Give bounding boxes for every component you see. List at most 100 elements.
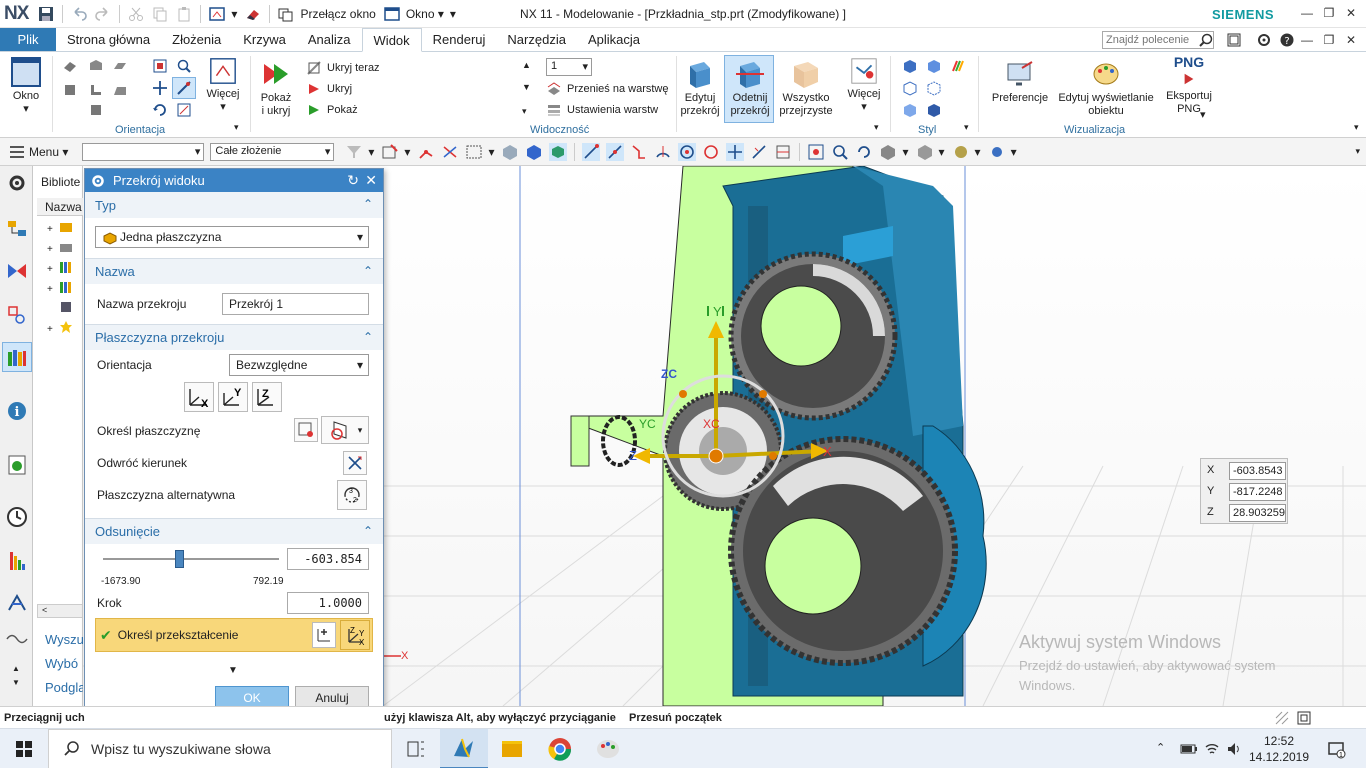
save-icon[interactable] [38,6,54,22]
pokaz-ukryj-button[interactable]: Pokaż i ukryj [256,58,296,118]
view-front-icon[interactable] [62,82,78,98]
ukryj-button[interactable]: Ukryj [306,79,352,99]
tab-zlozenia[interactable]: Złożenia [161,28,232,51]
csys-dialog-button[interactable] [312,622,336,648]
wiecej-orientacja-button[interactable]: Więcej ▾ [204,56,242,114]
tab-strona-glowna[interactable]: Strona główna [56,28,161,51]
offset-section-header[interactable]: Odsunięcie ⌃ [85,518,383,544]
selection-scope-select[interactable]: Całe złożenie [210,142,335,161]
offset-slider-thumb[interactable] [175,550,185,568]
transform-row[interactable]: ✔ Określ przekształcenie ZYX [95,618,373,652]
coord-y-input[interactable]: -817.2248 [1229,483,1286,501]
section-name-input[interactable]: Przekrój 1 [222,293,369,315]
paste-icon[interactable] [176,6,192,22]
snap-arc-icon[interactable] [654,143,672,161]
shaded-icon[interactable] [926,58,942,74]
dropdown-arrow[interactable]: ▾ [902,145,908,159]
color-sphere-icon[interactable] [952,143,970,161]
wiecej-styl-button[interactable]: Więcej ▾ [844,56,884,114]
switch-window-icon[interactable] [278,6,294,22]
plane-section-header[interactable]: Płaszczyzna przekroju ⌃ [85,324,383,350]
coord-z-input[interactable]: 28.903259 [1229,504,1286,522]
settings-icon[interactable] [1256,32,1272,48]
assembly-navigator-icon[interactable] [6,218,28,240]
constraint-navigator-icon[interactable] [6,260,28,282]
view-isometric-icon[interactable] [88,58,104,74]
more-options-arrow[interactable]: ▼ [228,665,238,676]
ustawienia-warstw-button[interactable]: Ustawienia warstw [546,100,658,120]
reuse-library-tab[interactable] [2,342,32,372]
snap-quadrant-icon[interactable] [702,143,720,161]
view-back-icon[interactable] [88,102,104,118]
fit-icon[interactable] [152,58,168,74]
undo-icon[interactable] [71,6,88,22]
plane-y-button[interactable]: Y [218,382,248,412]
view-trimetric-icon[interactable] [62,58,78,74]
dropdown-arrow[interactable]: ▾ [975,145,981,159]
resbar-scroll-down[interactable]: ▼ [12,678,20,687]
tab-plik[interactable]: Plik [0,28,56,51]
select-feature-icon[interactable] [417,143,435,161]
dropdown-arrow[interactable]: ▾ [368,145,374,159]
plane-dialog-button[interactable]: ▾ [321,416,369,444]
select-point-icon[interactable] [381,143,399,161]
dropdown-arrow[interactable]: ▾ [404,145,410,159]
snap-midpoint-icon[interactable] [606,142,625,161]
tray-chevron-icon[interactable]: ⌃ [1156,741,1165,754]
przenies-na-warstwe-button[interactable]: Przenieś na warstwę [546,79,669,99]
dropdown-arrow[interactable]: ▾ [1011,145,1017,159]
studio-icon[interactable] [902,102,918,118]
tab-analiza[interactable]: Analiza [297,28,362,51]
ukryj-teraz-button[interactable]: Ukryj teraz [306,58,380,78]
snap-on-curve-icon[interactable] [750,143,768,161]
tab-aplikacja[interactable]: Aplikacja [577,28,651,51]
reverse-direction-button[interactable] [343,451,367,475]
windows-start-icon[interactable] [0,729,48,768]
wave-icon[interactable] [6,628,28,650]
minimize-button[interactable]: — [1296,4,1318,22]
tab-krzywa[interactable]: Krzywa [232,28,297,51]
volume-icon[interactable] [1226,741,1242,757]
help-icon[interactable]: ? [1279,32,1295,48]
navigator-settings-icon[interactable] [6,172,28,194]
web-browser-icon[interactable] [6,454,28,476]
orient-view-icon[interactable] [879,143,897,161]
tab-widok[interactable]: Widok [361,28,422,52]
name-column-header[interactable]: Nazwa [37,198,83,216]
snap-surface-icon[interactable] [774,143,792,161]
snap-face-icon[interactable] [525,143,543,161]
layout-icon[interactable] [1226,32,1242,48]
rotate-icon[interactable] [152,102,168,118]
group-menu-arrow[interactable]: ▾ [964,122,969,133]
snap-body-icon[interactable] [549,142,568,161]
dropdown-arrow[interactable]: ▾ [939,145,945,159]
face-analysis-icon[interactable] [926,102,942,118]
notifications-icon[interactable]: 1 [1326,739,1346,759]
select-plane-button[interactable] [294,418,318,442]
offset-value-input[interactable]: -603.854 [287,548,369,570]
restore-button[interactable]: ❐ [1318,4,1340,22]
battery-icon[interactable] [1180,741,1198,757]
zoom-icon[interactable] [176,58,192,74]
shaded-edges-icon[interactable] [902,58,918,74]
edytuj-przekroj-button[interactable]: Edytuj przekrój [680,58,720,118]
plane-z-button[interactable]: Z [252,382,282,412]
toolbar-overflow-arrow[interactable]: ▾ [1355,146,1360,157]
snap-view-button[interactable] [172,77,196,99]
rectangle-select-icon[interactable] [465,143,483,161]
view-right-icon[interactable] [112,82,128,98]
search-icon[interactable] [1198,32,1214,48]
okno-button[interactable]: Okno ▾ [6,56,46,116]
view-top-icon[interactable] [112,58,128,74]
group-menu-arrow[interactable]: ▾ [874,122,879,133]
alternate-plane-button[interactable]: 32 [337,480,367,510]
customize-arrow[interactable]: ▾ [450,7,456,21]
background-icon[interactable] [988,143,1006,161]
palette-icon[interactable] [950,58,966,74]
preferencje-button[interactable]: Preferencje [988,58,1052,105]
ribbon-minimize-button[interactable]: — [1296,31,1318,49]
plane-x-button[interactable]: X [184,382,214,412]
restore-view-icon[interactable] [176,102,192,118]
fit-view-icon[interactable] [807,143,825,161]
tab-narzedzia[interactable]: Narzędzia [496,28,577,51]
